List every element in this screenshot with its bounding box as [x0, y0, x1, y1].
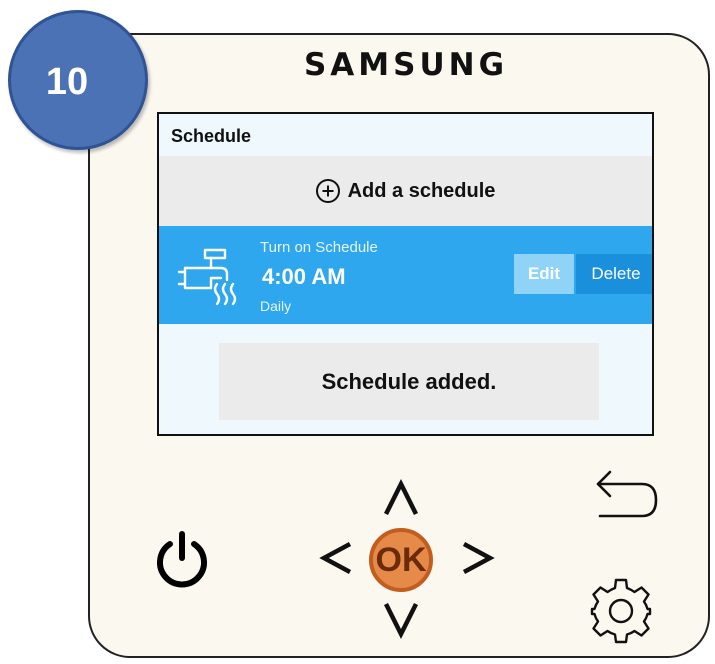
add-schedule-button[interactable]: Add a schedule — [159, 156, 652, 226]
gear-icon — [590, 578, 652, 644]
edit-button[interactable]: Edit — [514, 254, 574, 294]
up-button[interactable] — [378, 478, 424, 518]
down-arrow-icon — [383, 602, 419, 640]
down-button[interactable] — [378, 600, 424, 640]
back-button[interactable] — [592, 462, 662, 526]
left-arrow-icon — [319, 542, 352, 574]
brand-logo: SAMSUNG — [303, 47, 509, 83]
schedule-repeat: Daily — [260, 298, 292, 314]
plus-circle-icon — [315, 179, 340, 203]
water-heater-icon — [177, 248, 237, 306]
right-button[interactable] — [454, 538, 498, 578]
screen-title: Schedule — [171, 126, 252, 146]
schedule-time: 4:00 AM — [262, 264, 346, 289]
delete-button[interactable]: Delete — [576, 254, 652, 294]
display-screen: Schedule Add a schedule Turn on Schedule… — [157, 112, 654, 436]
power-button[interactable] — [148, 526, 216, 594]
right-arrow-icon — [462, 542, 495, 574]
step-badge: 10 — [8, 10, 148, 150]
add-schedule-label: Add a schedule — [347, 179, 496, 202]
left-button[interactable] — [316, 538, 360, 578]
settings-button[interactable] — [586, 574, 656, 644]
stage: 10 SAMSUNG Schedule Add a schedule Turn … — [0, 0, 715, 664]
back-arrow-icon — [596, 470, 658, 518]
power-icon — [157, 531, 207, 588]
schedule-item[interactable]: Turn on Schedule 4:00 AM Daily Edit Dele… — [159, 226, 652, 324]
ok-button[interactable]: OK — [366, 526, 436, 594]
up-arrow-icon — [383, 478, 419, 516]
schedule-subtitle: Turn on Schedule — [260, 239, 378, 256]
toast-message: Schedule added. — [219, 343, 599, 420]
ok-label: OK — [375, 540, 427, 579]
